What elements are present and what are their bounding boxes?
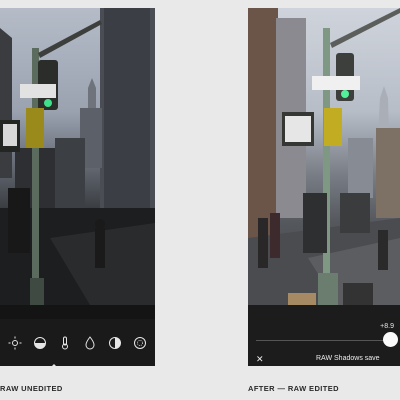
brightness-icon[interactable]	[8, 336, 22, 350]
unedited-phone-screen	[0, 8, 155, 366]
street-scene-unedited	[0, 8, 155, 305]
shadows-halfcircle-icon[interactable]	[108, 336, 122, 350]
street-scene-edited	[248, 8, 400, 305]
adjustment-toolbar	[0, 319, 155, 366]
selected-tool-indicator	[50, 364, 58, 366]
adjustment-panel: +8.9 ✕ RAW Shadows save	[248, 305, 400, 366]
unedited-photo	[0, 8, 155, 305]
edited-photo	[248, 8, 400, 305]
slider-value-label: +8.9	[380, 323, 394, 330]
vignette-icon[interactable]	[133, 336, 147, 350]
caption-edited: AFTER — RAW EDITED	[248, 384, 339, 393]
close-icon[interactable]: ✕	[256, 355, 264, 364]
edited-phone-screen: +8.9 ✕ RAW Shadows save	[248, 8, 400, 366]
adjustment-mode-label: RAW Shadows save	[316, 355, 380, 362]
caption-unedited: RAW UNEDITED	[0, 384, 63, 393]
shadows-slider-track[interactable]	[256, 340, 390, 341]
shadows-slider-handle[interactable]	[383, 332, 398, 347]
contrast-icon[interactable]	[33, 336, 47, 350]
temperature-icon[interactable]	[58, 336, 72, 350]
saturation-drop-icon[interactable]	[83, 335, 97, 350]
